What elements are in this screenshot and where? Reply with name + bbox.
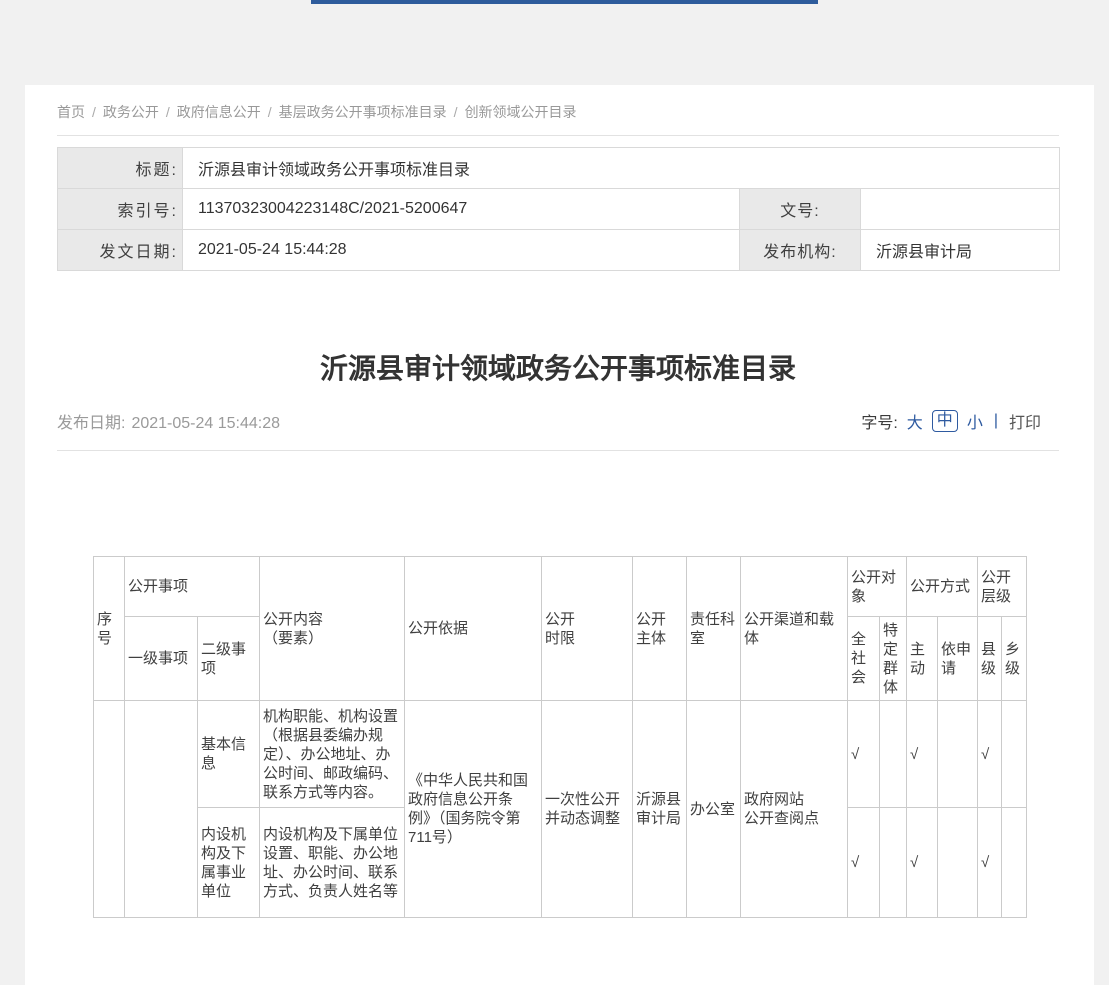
th-level-county: 县 级 [978,617,1002,701]
document-meta-table: 标题: 沂源县审计领域政务公开事项标准目录 索引号: 1137032300422… [57,147,1060,271]
td-channel: 政府网站 公开查阅点 [741,701,848,918]
article-info-bar: 发布日期: 2021-05-24 15:44:28 字号: 大 中 小 | 打印 [57,409,1059,451]
meta-row-index: 索引号: 11370323004223148C/2021-5200647 文号: [58,189,1060,230]
td-check-township [1002,701,1027,808]
publish-date: 发布日期: 2021-05-24 15:44:28 [57,409,280,433]
meta-issue-date-label: 发文日期: [58,230,183,271]
top-accent-bar [311,0,818,4]
td-content: 内设机构及下属单位 设置、职能、办公地 址、办公时间、联系 方式、负责人姓名等 [260,808,405,918]
content-panel: 首页 / 政务公开 / 政府信息公开 / 基层政务公开事项标准目录 / 创新领域公开目录 标题:… [25,85,1094,985]
td-check-specific [880,701,907,808]
th-subject: 公开 主体 [633,557,687,701]
td-level2: 内设机 构及下 属事业 单位 [198,808,260,918]
th-audience-specific: 特 定 群 体 [880,617,907,701]
meta-title-label: 标题: [58,148,183,189]
td-level2: 基本信 息 [198,701,260,808]
meta-agency-value: 沂源县审计局 [861,230,1060,271]
td-check-public: √ [848,701,880,808]
font-size-medium-button[interactable]: 中 [932,410,958,432]
vertical-separator: | [994,412,998,430]
meta-title-value: 沂源县审计领域政务公开事项标准目录 [183,148,1060,189]
font-size-large-button[interactable]: 大 [907,409,923,433]
th-channel: 公开渠道和载 体 [741,557,848,701]
breadcrumb-separator: / [268,104,272,120]
td-content: 机构职能、机构设置 （根据县委编办规 定）、办公地址、办 公时间、邮政编码、 联… [260,701,405,808]
th-method-request: 依申 请 [938,617,978,701]
font-size-controls: 字号: 大 中 小 | 打印 [861,409,1041,433]
th-level2: 二级事 项 [198,617,260,701]
td-department: 办公室 [687,701,741,918]
meta-docnum-value [861,189,1060,230]
th-level1: 一级事项 [125,617,198,701]
breadcrumb-separator: / [454,104,458,120]
page-title: 沂源县审计领域政务公开事项标准目录 [57,347,1059,387]
th-content: 公开内容 （要素） [260,557,405,701]
td-serial [94,701,125,918]
td-check-township [1002,808,1027,918]
table-row: 基本信 息 机构职能、机构设置 （根据县委编办规 定）、办公地址、办 公时间、邮… [94,701,1027,808]
breadcrumb: 首页 / 政务公开 / 政府信息公开 / 基层政务公开事项标准目录 / 创新领域公开目录 [57,85,1059,136]
header-row-1: 序 号 公开事项 公开内容 （要素） 公开依据 公开 时限 公开 主体 责任科 … [94,557,1027,617]
td-check-county: √ [978,701,1002,808]
th-method-group: 公开方式 [907,557,978,617]
th-audience-public: 全社 会 [848,617,880,701]
td-check-request [938,701,978,808]
td-check-active: √ [907,701,938,808]
font-size-small-button[interactable]: 小 [967,409,983,433]
td-check-active: √ [907,808,938,918]
th-basis: 公开依据 [405,557,542,701]
td-subject: 沂源县 审计局 [633,701,687,918]
breadcrumb-item-standard-catalog[interactable]: 基层政务公开事项标准目录 [279,104,447,120]
meta-row-title: 标题: 沂源县审计领域政务公开事项标准目录 [58,148,1060,189]
th-level-township: 乡 级 [1002,617,1027,701]
th-department: 责任科 室 [687,557,741,701]
th-audience-group: 公开对 象 [848,557,907,617]
publish-date-value: 2021-05-24 15:44:28 [131,415,280,432]
th-serial: 序 号 [94,557,125,701]
meta-docnum-label: 文号: [740,189,861,230]
th-level-group: 公开 层级 [978,557,1027,617]
breadcrumb-item-govinfo[interactable]: 政务公开 [103,104,159,120]
breadcrumb-separator: / [92,104,96,120]
td-check-public: √ [848,808,880,918]
td-time-limit: 一次性公开 并动态调整 [542,701,633,918]
td-check-county: √ [978,808,1002,918]
print-button[interactable]: 打印 [1009,409,1041,433]
meta-index-label: 索引号: [58,189,183,230]
th-matter-group: 公开事项 [125,557,260,617]
meta-index-value: 11370323004223148C/2021-5200647 [183,189,740,230]
th-time-limit: 公开 时限 [542,557,633,701]
breadcrumb-separator: / [166,104,170,120]
meta-issue-date-value: 2021-05-24 15:44:28 [183,230,740,271]
td-check-request [938,808,978,918]
meta-agency-label: 发布机构: [740,230,861,271]
breadcrumb-item-home[interactable]: 首页 [57,104,85,120]
catalog-table: 序 号 公开事项 公开内容 （要素） 公开依据 公开 时限 公开 主体 责任科 … [93,556,1027,918]
meta-row-date: 发文日期: 2021-05-24 15:44:28 发布机构: 沂源县审计局 [58,230,1060,271]
td-level1 [125,701,198,918]
breadcrumb-item-innovation-catalog[interactable]: 创新领域公开目录 [465,104,577,120]
font-size-label: 字号: [861,409,897,433]
breadcrumb-item-info-disclosure[interactable]: 政府信息公开 [177,104,261,120]
publish-date-label: 发布日期: [57,415,125,432]
th-method-active: 主 动 [907,617,938,701]
td-basis: 《中华人民共和国 政府信息公开条 例》（国务院令第 711号） [405,701,542,918]
td-check-specific [880,808,907,918]
